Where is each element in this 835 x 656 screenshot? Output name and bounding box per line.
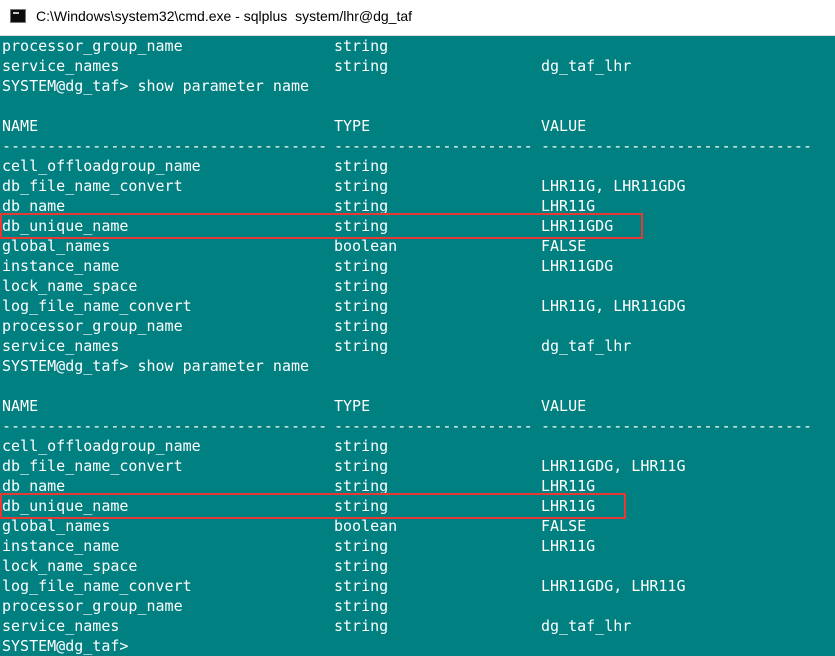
parameter-name-cell: db_unique_name — [2, 497, 129, 515]
parameter-value-cell: LHR11G — [541, 197, 596, 215]
parameter-type-cell: string — [334, 257, 389, 275]
parameter-value-cell: FALSE — [541, 517, 587, 535]
parameter-value-cell: LHR11G — [541, 537, 596, 555]
parameter-type-cell: ---------------------- — [334, 417, 533, 435]
parameter-value-cell: ------------------------------ — [541, 137, 812, 155]
parameter-type-cell: string — [334, 157, 389, 175]
parameter-name-cell: lock_name_space — [2, 277, 138, 295]
parameter-type-cell: string — [334, 577, 389, 595]
parameter-value-cell: dg_taf_lhr — [541, 57, 632, 75]
parameter-type-cell: string — [334, 217, 389, 235]
parameter-name-cell: log_file_name_convert — [2, 297, 192, 315]
parameter-name-cell: NAME — [2, 117, 39, 135]
parameter-name-cell: db_name — [2, 477, 66, 495]
console-prompt-line: SYSTEM@dg_taf> show parameter name — [2, 357, 310, 375]
parameter-value-cell: LHR11GDG — [541, 257, 614, 275]
parameter-type-cell: string — [334, 557, 389, 575]
parameter-type-cell: string — [334, 537, 389, 555]
parameter-type-cell: string — [334, 597, 389, 615]
parameter-value-cell: LHR11G, LHR11GDG — [541, 177, 686, 195]
parameter-type-cell: string — [334, 457, 389, 475]
parameter-type-cell: string — [334, 477, 389, 495]
parameter-value-cell: LHR11GDG, LHR11G — [541, 457, 686, 475]
parameter-type-cell: string — [334, 337, 389, 355]
parameter-name-cell: db_name — [2, 197, 66, 215]
parameter-value-cell: FALSE — [541, 237, 587, 255]
parameter-name-cell: processor_group_name — [2, 317, 183, 335]
window-titlebar[interactable]: C:\Windows\system32\cmd.exe - sqlplus sy… — [0, 0, 835, 36]
parameter-name-cell: db_file_name_convert — [2, 457, 183, 475]
parameter-type-cell: ---------------------- — [334, 137, 533, 155]
parameter-name-cell: log_file_name_convert — [2, 577, 192, 595]
parameter-name-cell: service_names — [2, 617, 120, 635]
parameter-name-cell: ------------------------------------ — [2, 417, 328, 435]
parameter-name-cell: ------------------------------------ — [2, 137, 328, 155]
parameter-name-cell: global_names — [2, 517, 111, 535]
parameter-name-cell: db_unique_name — [2, 217, 129, 235]
parameter-type-cell: string — [334, 497, 389, 515]
parameter-type-cell: string — [334, 57, 389, 75]
parameter-name-cell: instance_name — [2, 537, 120, 555]
parameter-name-cell: NAME — [2, 397, 39, 415]
parameter-value-cell: LHR11GDG — [541, 217, 614, 235]
cmd-app-icon — [10, 9, 26, 23]
parameter-type-cell: TYPE — [334, 397, 371, 415]
console-output[interactable]: processor_group_name string service_names s… — [0, 36, 835, 656]
parameter-name-cell: db_file_name_convert — [2, 177, 183, 195]
parameter-name-cell: lock_name_space — [2, 557, 138, 575]
window-title: C:\Windows\system32\cmd.exe - sqlplus sy… — [36, 8, 413, 24]
parameter-value-cell: dg_taf_lhr — [541, 617, 632, 635]
parameter-type-cell: string — [334, 437, 389, 455]
parameter-type-cell: string — [334, 277, 389, 295]
parameter-value-cell: ------------------------------ — [541, 417, 812, 435]
parameter-type-cell: boolean — [334, 237, 398, 255]
parameter-type-cell: string — [334, 317, 389, 335]
parameter-type-cell: string — [334, 177, 389, 195]
parameter-name-cell: cell_offloadgroup_name — [2, 157, 201, 175]
console-prompt-line: SYSTEM@dg_taf> — [2, 637, 129, 655]
parameter-type-cell: string — [334, 37, 389, 55]
parameter-value-cell: VALUE — [541, 397, 587, 415]
parameter-name-cell: processor_group_name — [2, 37, 183, 55]
parameter-type-cell: boolean — [334, 517, 398, 535]
parameter-name-cell: service_names — [2, 57, 120, 75]
parameter-name-cell: processor_group_name — [2, 597, 183, 615]
parameter-value-cell: LHR11G — [541, 497, 596, 515]
parameter-value-cell: dg_taf_lhr — [541, 337, 632, 355]
parameter-value-cell: LHR11G, LHR11GDG — [541, 297, 686, 315]
parameter-name-cell: global_names — [2, 237, 111, 255]
parameter-type-cell: string — [334, 197, 389, 215]
parameter-type-cell: TYPE — [334, 117, 371, 135]
parameter-type-cell: string — [334, 297, 389, 315]
parameter-value-cell: LHR11G — [541, 477, 596, 495]
parameter-type-cell: string — [334, 617, 389, 635]
parameter-value-cell: LHR11GDG, LHR11G — [541, 577, 686, 595]
parameter-value-cell: VALUE — [541, 117, 587, 135]
parameter-name-cell: cell_offloadgroup_name — [2, 437, 201, 455]
parameter-name-cell: service_names — [2, 337, 120, 355]
parameter-name-cell: instance_name — [2, 257, 120, 275]
console-prompt-line: SYSTEM@dg_taf> show parameter name — [2, 77, 310, 95]
